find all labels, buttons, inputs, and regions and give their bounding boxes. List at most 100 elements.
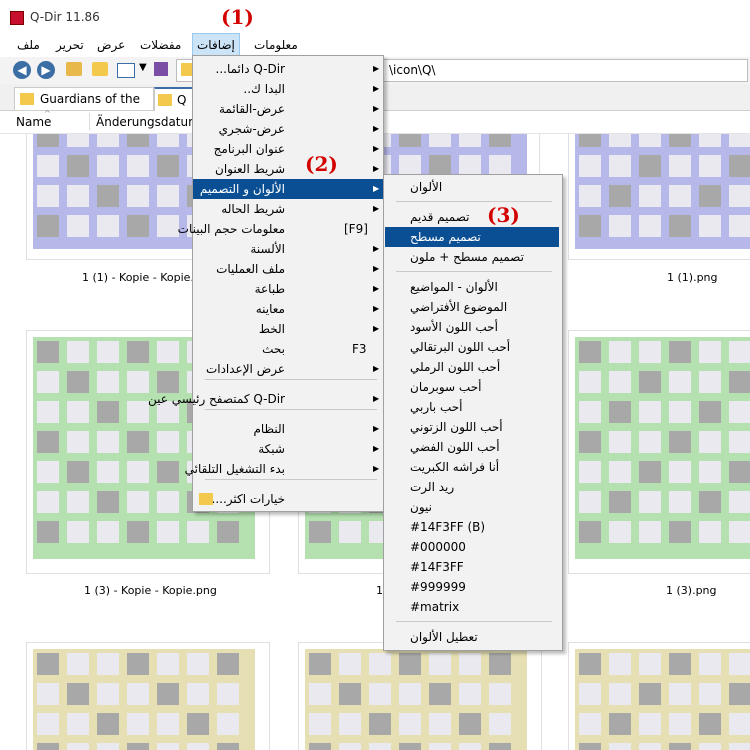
preview-cell xyxy=(729,215,750,237)
colors-menu-item[interactable]: #14F3FF (B) xyxy=(385,517,559,537)
colors-menu-item[interactable]: #000000 xyxy=(385,537,559,557)
view-mode-icon[interactable] xyxy=(117,63,135,78)
preview-cell xyxy=(97,215,119,237)
menu-view[interactable]: عرض xyxy=(93,33,129,57)
back-icon[interactable]: ◀ xyxy=(13,61,31,79)
file-thumbnail[interactable] xyxy=(26,642,270,750)
preview-cell xyxy=(579,134,601,147)
preview-cell xyxy=(579,461,601,483)
menu-edit[interactable]: تحرير xyxy=(52,33,88,57)
up-folder-icon-shape[interactable] xyxy=(66,62,82,76)
colors-menu-item[interactable]: تصميم مسطح + ملون xyxy=(385,247,559,267)
colors-menu-item[interactable]: أحب اللون الزتوني xyxy=(385,417,559,437)
preview-cell xyxy=(669,215,691,237)
preview-cell xyxy=(609,155,631,177)
colors-menu-item[interactable]: ريد الرت xyxy=(385,477,559,497)
colors-menu-item[interactable]: #matrix xyxy=(385,597,559,617)
file-thumbnail[interactable] xyxy=(568,642,750,750)
extras-menu-item[interactable]: عرض-شجري ▶ xyxy=(193,119,383,139)
file-name[interactable]: 1 (1).png xyxy=(667,271,718,284)
menu-favorites[interactable]: مفضلات xyxy=(136,33,185,57)
file-thumbnail[interactable] xyxy=(298,642,542,750)
preview-cell xyxy=(157,341,179,363)
tab-guardians[interactable]: Guardians of the ... xyxy=(14,87,154,128)
preview-cell xyxy=(729,491,750,513)
colors-menu-item[interactable]: تصميم مسطح xyxy=(385,227,559,247)
preview-cell xyxy=(217,743,239,750)
colors-menu-item[interactable]: أنا فراشه الكبريت xyxy=(385,457,559,477)
extras-menu-item[interactable]: الألوان و التصميم ▶ xyxy=(193,179,383,199)
preview-cell xyxy=(339,521,361,543)
preview-cell xyxy=(639,491,661,513)
extras-menu-item[interactable]: شريط الحاله ▶ xyxy=(193,199,383,219)
colors-menu-item[interactable]: الألوان xyxy=(385,177,559,197)
preview-cell xyxy=(157,461,179,483)
extras-menu-item[interactable]: عنوان البرنامج ▶ xyxy=(193,139,383,159)
extras-menu-item[interactable]: النظام ▶ xyxy=(193,419,383,439)
menu-item-label: عنوان البرنامج xyxy=(213,142,285,156)
column-divider[interactable] xyxy=(89,113,90,131)
preview-cell xyxy=(699,185,721,207)
extras-menu-item[interactable]: Q-Dir كمتصفح رئيسي عين ▶ xyxy=(148,389,383,409)
colors-menu-item[interactable]: الألوان - المواضيع xyxy=(385,277,559,297)
file-name[interactable]: 1 (3) - Kopie - Kopie.png xyxy=(84,584,217,597)
icon-preview xyxy=(575,649,750,750)
colors-menu-item[interactable]: أحب سوبرمان xyxy=(385,377,559,397)
preview-cell xyxy=(489,653,511,675)
preview-cell xyxy=(67,134,89,147)
colors-menu-item[interactable]: أحب اللون الفضي xyxy=(385,437,559,457)
extras-menu-item[interactable]: بحث F3 xyxy=(193,339,383,359)
preview-cell xyxy=(127,431,149,453)
preview-cell xyxy=(37,521,59,543)
extras-menu-item[interactable]: شريط العنوان ▶ xyxy=(193,159,383,179)
colors-menu-item[interactable]: أحب اللون الأسود xyxy=(385,317,559,337)
preview-cell xyxy=(217,683,239,705)
forward-icon[interactable]: ▶ xyxy=(37,61,55,79)
preview-cell xyxy=(639,521,661,543)
file-name[interactable]: 1 (3).png xyxy=(666,584,717,597)
colors-menu-item[interactable]: أحب اللون الرملي xyxy=(385,357,559,377)
preview-cell xyxy=(187,683,209,705)
preview-cell xyxy=(97,521,119,543)
extras-menu-item[interactable]: Q-Dir دائما... ▶ xyxy=(193,59,383,79)
preview-cell xyxy=(309,683,331,705)
colors-menu-item[interactable]: تعطيل الألوان xyxy=(385,627,559,647)
file-thumbnail[interactable] xyxy=(568,134,750,260)
preview-cell xyxy=(157,185,179,207)
colors-menu-item[interactable]: نيون xyxy=(385,497,559,517)
folder-icon xyxy=(158,94,172,106)
extras-menu-item[interactable]: الخط ▶ xyxy=(193,319,383,339)
new-folder-icon[interactable] xyxy=(92,62,108,76)
sort-icon[interactable] xyxy=(154,62,168,76)
extras-menu-item[interactable]: البدا ك.. ▶ xyxy=(193,79,383,99)
extras-menu-item[interactable]: شبكة ▶ xyxy=(193,439,383,459)
preview-cell xyxy=(37,155,59,177)
colors-menu-item[interactable]: الموضوع الأفتراضي xyxy=(385,297,559,317)
file-thumbnail[interactable] xyxy=(568,330,750,574)
colors-menu-item[interactable]: أحب باربي xyxy=(385,397,559,417)
colors-menu-item[interactable]: أحب اللون البرتقالي xyxy=(385,337,559,357)
preview-cell xyxy=(699,431,721,453)
colors-menu-item[interactable]: #14F3FF xyxy=(385,557,559,577)
extras-menu-item[interactable]: خيارات اكثر.... xyxy=(193,489,383,509)
menu-item-label: #matrix xyxy=(410,600,460,614)
preview-cell xyxy=(37,134,59,147)
extras-menu-item[interactable]: معاينه ▶ xyxy=(193,299,383,319)
extras-menu-item[interactable]: عرض-القائمة ▶ xyxy=(193,99,383,119)
file-name[interactable]: 1 xyxy=(376,584,383,597)
menu-info[interactable]: معلومات xyxy=(250,33,302,57)
preview-cell xyxy=(399,653,421,675)
menu-separator xyxy=(205,479,377,480)
extras-menu-item[interactable]: طباعة ▶ xyxy=(193,279,383,299)
extras-menu-item[interactable]: ملف العمليات ▶ xyxy=(193,259,383,279)
extras-menu-item[interactable]: عرض الإعدادات ▶ xyxy=(193,359,383,379)
menu-file[interactable]: ملف xyxy=(13,33,44,57)
extras-menu-item[interactable]: معلومات حجم البينات [F9] xyxy=(178,219,383,239)
extras-menu-item[interactable]: الألسنة ▶ xyxy=(193,239,383,259)
column-date[interactable]: Änderungsdatum xyxy=(96,115,200,129)
view-dropdown-icon[interactable]: ▼ xyxy=(139,62,147,73)
colors-menu-item[interactable]: #999999 xyxy=(385,577,559,597)
colors-menu-item[interactable]: تصميم قديم xyxy=(385,207,559,227)
extras-menu-item[interactable]: بدء التشغيل التلقائي ▶ xyxy=(185,459,383,479)
menu-extras[interactable]: إضافات xyxy=(192,33,240,57)
